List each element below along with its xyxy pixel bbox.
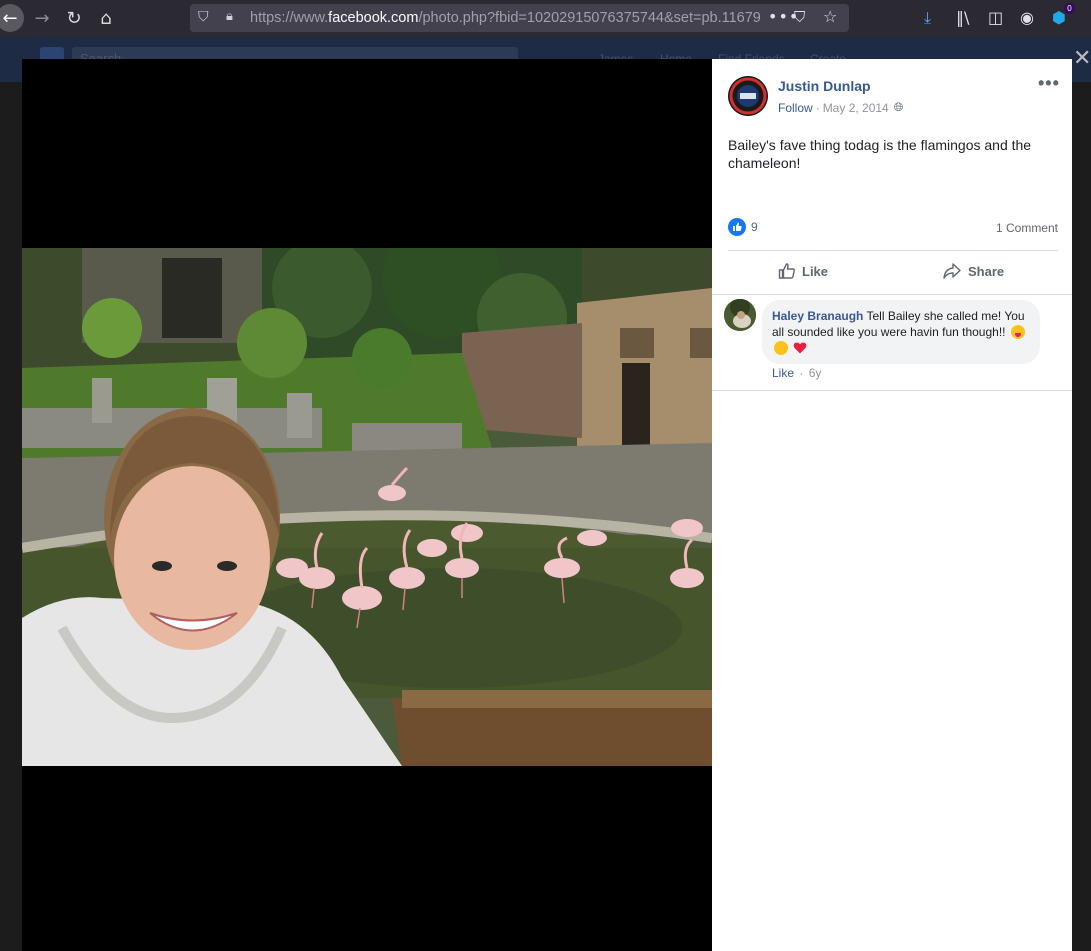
- like-count: 9: [751, 220, 758, 234]
- forward-arrow-icon[interactable]: →: [29, 5, 55, 31]
- share-arrow-icon: [943, 263, 961, 279]
- comment-meta-separator: ·: [799, 366, 804, 380]
- red-heart-emoji-icon: [793, 341, 807, 355]
- divider: [712, 294, 1072, 295]
- tongue-out-emoji-icon: [1010, 325, 1025, 339]
- sidebar-icon[interactable]: ◫: [988, 8, 1003, 27]
- close-viewer-icon[interactable]: ✕: [1073, 46, 1091, 71]
- meta-separator: ·: [815, 100, 820, 115]
- comment-bubble: Haley Branaugh Tell Bailey she called me…: [762, 300, 1040, 364]
- author-avatar[interactable]: [728, 76, 768, 116]
- post-photo[interactable]: [22, 248, 712, 766]
- commenter-avatar[interactable]: [724, 299, 756, 331]
- like-button-label: Like: [802, 263, 829, 279]
- home-icon[interactable]: ⌂: [93, 5, 119, 31]
- account-icon[interactable]: ◉: [1020, 8, 1034, 27]
- comment-author-name[interactable]: Haley Branaugh: [772, 309, 863, 323]
- url-prefix: https://www.: [250, 10, 329, 26]
- author-avatar-image: [728, 76, 768, 116]
- url-text[interactable]: https://www.facebook.com/photo.php?fbid=…: [250, 10, 760, 26]
- globe-icon: 🌐︎: [893, 100, 904, 114]
- comment-actions: Like · 6y: [772, 366, 821, 380]
- browser-toolbar: ← → ↻ ⌂ ⛉ 🔒︎ https://www.facebook.com/ph…: [0, 0, 1091, 37]
- divider: [728, 250, 1058, 251]
- post-text: Bailey's fave thing todag is the flaming…: [728, 137, 1032, 171]
- share-button-label: Share: [968, 263, 1005, 279]
- url-path: /photo.php?fbid=10202915076375744&set=pb…: [418, 10, 760, 26]
- post-date[interactable]: May 2, 2014: [823, 101, 889, 115]
- library-icon[interactable]: ‖\: [956, 8, 969, 27]
- download-icon[interactable]: ⤓: [924, 8, 931, 28]
- comment-count[interactable]: 1 Comment: [996, 221, 1058, 235]
- share-button[interactable]: Share: [942, 259, 1004, 283]
- url-domain: facebook.com: [328, 10, 419, 26]
- pocket-icon[interactable]: ⛉: [794, 8, 805, 26]
- like-reaction-icon: [728, 218, 746, 236]
- divider: [712, 390, 1072, 391]
- thumbs-up-icon: [778, 263, 795, 279]
- more-options-icon[interactable]: •••: [1038, 73, 1060, 94]
- post-meta: Follow · May 2, 2014 🌐︎: [778, 100, 903, 115]
- comment-like-link[interactable]: Like: [772, 366, 794, 380]
- post-details-panel: Justin Dunlap Follow · May 2, 2014 🌐︎ ••…: [712, 59, 1072, 951]
- shield-icon[interactable]: ⛉: [198, 9, 209, 25]
- reload-icon[interactable]: ↻: [61, 5, 87, 31]
- url-bar[interactable]: ⛉ 🔒︎ https://www.facebook.com/photo.php?…: [190, 4, 849, 32]
- commenter-avatar-image: [724, 299, 756, 331]
- follow-link[interactable]: Follow: [778, 101, 813, 115]
- extension-badge: 0: [1064, 3, 1075, 14]
- comment-age[interactable]: 6y: [809, 366, 822, 380]
- back-arrow-icon[interactable]: ←: [0, 4, 24, 32]
- bookmark-star-icon[interactable]: ☆: [823, 7, 837, 26]
- lock-icon[interactable]: 🔒︎: [226, 9, 233, 24]
- like-button[interactable]: Like: [778, 259, 828, 283]
- zoo-flamingo-photo: [22, 248, 712, 766]
- post-author-name[interactable]: Justin Dunlap: [778, 78, 871, 94]
- smile-emoji-icon: [774, 341, 788, 355]
- reaction-summary[interactable]: 9: [728, 218, 758, 236]
